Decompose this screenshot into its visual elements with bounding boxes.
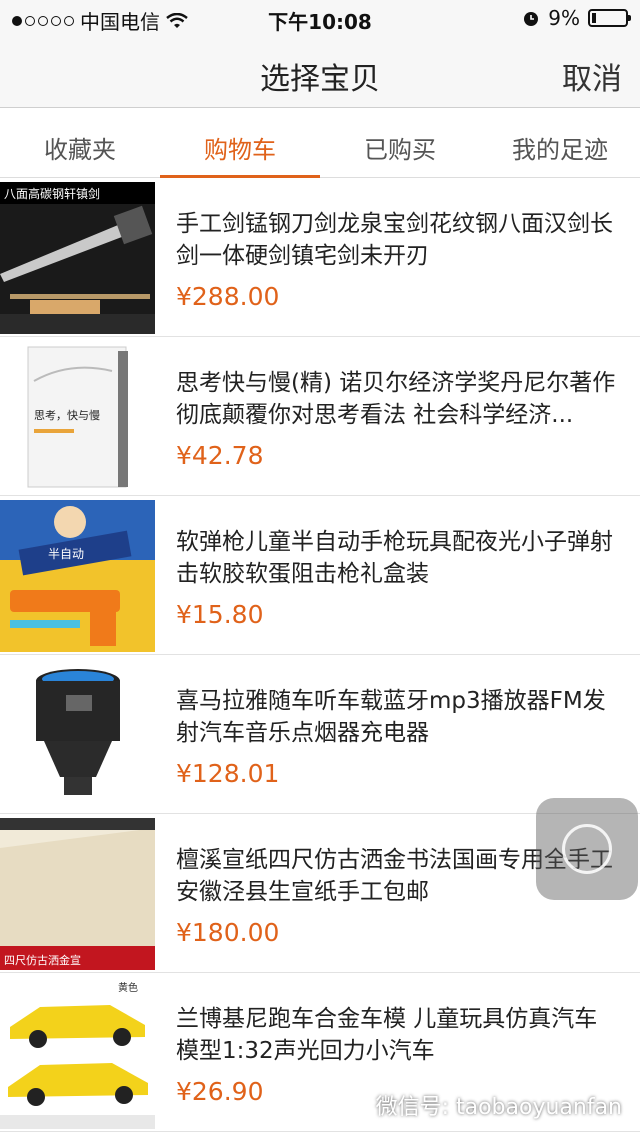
product-price: ¥180.00 xyxy=(176,918,280,947)
status-bar: 中国电信 下午10:08 9% xyxy=(0,0,640,36)
tab-cart[interactable]: 购物车 xyxy=(160,108,320,178)
tab-favorites[interactable]: 收藏夹 xyxy=(0,108,160,177)
product-list: 八面高碳钢轩镇剑 手工剑锰钢刀剑龙泉宝剑花纹钢八面汉剑长剑一体硬剑镇宅剑未开刃 … xyxy=(0,178,640,1132)
watermark: 微信号: taobaoyuanfan xyxy=(345,1089,622,1121)
nav-bar: 选择宝贝 取消 xyxy=(0,36,640,108)
thumb-caption: 黄色 xyxy=(118,981,138,994)
product-title: 手工剑锰钢刀剑龙泉宝剑花纹钢八面汉剑长剑一体硬剑镇宅剑未开刃 xyxy=(176,211,613,269)
cancel-button[interactable]: 取消 xyxy=(562,54,622,98)
tab-bar: 收藏夹 购物车 已购买 我的足迹 xyxy=(0,108,640,178)
thumb-caption: 半自动 xyxy=(48,547,84,561)
product-price: ¥42.78 xyxy=(176,441,264,470)
product-title: 兰博基尼跑车合金车模 儿童玩具仿真汽车模型1:32声光回力小汽车 xyxy=(176,1006,598,1064)
thumb-caption: 思考，快与慢 xyxy=(34,409,100,422)
list-item[interactable]: 喜马拉雅随车听车载蓝牙mp3播放器FM发射汽车音乐点烟器充电器 ¥128.01 xyxy=(0,655,640,814)
page-title: 选择宝贝 xyxy=(260,62,380,97)
assistive-touch-ring-icon xyxy=(562,824,612,874)
tab-footprints[interactable]: 我的足迹 xyxy=(480,108,640,177)
thumb-caption: 八面高碳钢轩镇剑 xyxy=(4,186,100,201)
product-image xyxy=(0,659,155,811)
watermark-text: 微信号: taobaoyuanfan xyxy=(375,1095,622,1120)
product-title: 软弹枪儿童半自动手枪玩具配夜光小子弹射击软胶软蛋阻击枪礼盒装 xyxy=(176,529,613,587)
product-image: 黄色 xyxy=(0,977,155,1129)
battery-percent: 9% xyxy=(548,6,580,30)
list-item[interactable]: 思考，快与慢 思考快与慢(精) 诺贝尔经济学奖丹尼尔著作 彻底颠覆你对思考看法 … xyxy=(0,337,640,496)
thumb-caption: 四尺仿古洒金宣 xyxy=(4,953,81,967)
alarm-clock-icon xyxy=(524,12,539,26)
assistive-touch-button[interactable] xyxy=(536,798,638,900)
product-price: ¥26.90 xyxy=(176,1077,264,1106)
product-image: 八面高碳钢轩镇剑 xyxy=(0,182,155,334)
product-price: ¥288.00 xyxy=(176,282,280,311)
list-item[interactable]: 八面高碳钢轩镇剑 手工剑锰钢刀剑龙泉宝剑花纹钢八面汉剑长剑一体硬剑镇宅剑未开刃 … xyxy=(0,178,640,337)
tab-purchased[interactable]: 已购买 xyxy=(320,108,480,177)
battery-icon xyxy=(588,9,631,27)
product-image: 半自动 xyxy=(0,500,155,652)
list-item[interactable]: 半自动 软弹枪儿童半自动手枪玩具配夜光小子弹射击软胶软蛋阻击枪礼盒装 ¥15.8… xyxy=(0,496,640,655)
product-image: 思考，快与慢 xyxy=(0,341,155,493)
product-price: ¥15.80 xyxy=(176,600,264,629)
wechat-icon xyxy=(345,1095,370,1114)
product-price: ¥128.01 xyxy=(176,759,280,788)
product-title: 喜马拉雅随车听车载蓝牙mp3播放器FM发射汽车音乐点烟器充电器 xyxy=(176,688,606,746)
product-title: 思考快与慢(精) 诺贝尔经济学奖丹尼尔著作 彻底颠覆你对思考看法 社会科学经济.… xyxy=(176,370,616,428)
product-image: 四尺仿古洒金宣 xyxy=(0,818,155,970)
status-right: 9% xyxy=(522,6,631,30)
